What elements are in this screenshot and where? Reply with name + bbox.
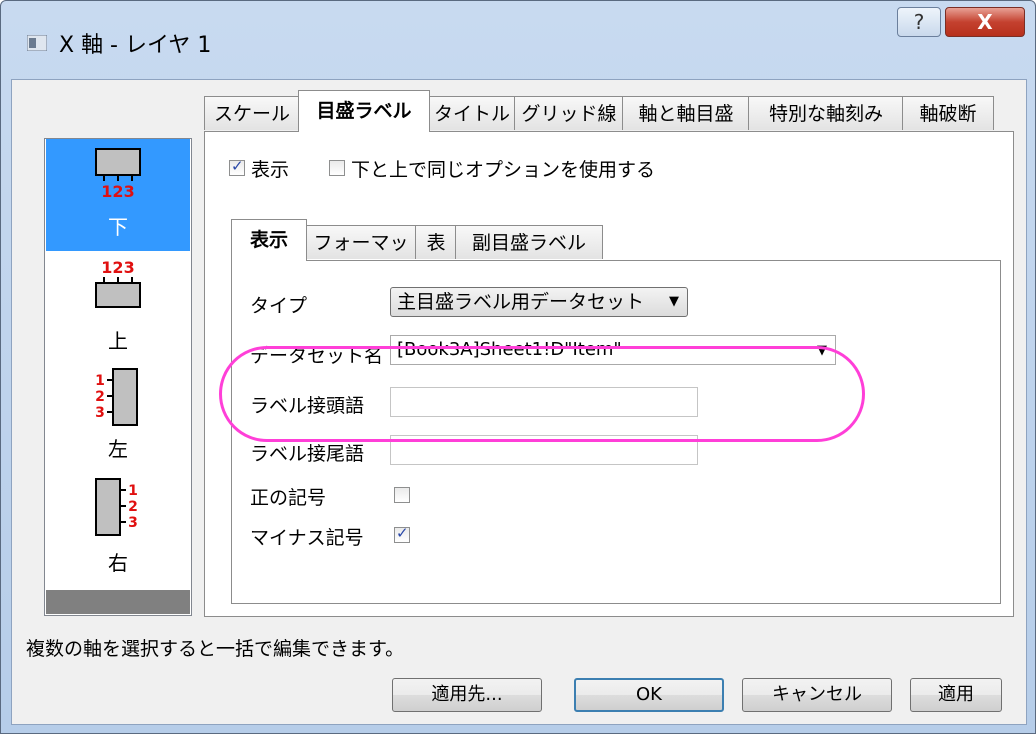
- chevron-down-icon: ▼: [669, 294, 679, 309]
- ok-button[interactable]: OK: [574, 678, 724, 712]
- axis-numbers: 123: [101, 182, 134, 201]
- dialog-body: 123 下 123 上 1 2 3 左 1 2 3 右 スケール 目盛ラベル タ…: [11, 79, 1027, 725]
- tab-title[interactable]: タイトル: [428, 96, 516, 130]
- plus-sign-checkbox[interactable]: [394, 487, 410, 503]
- apply-button[interactable]: 適用: [910, 678, 1002, 712]
- minus-sign-label: マイナス記号: [250, 527, 364, 549]
- chevron-down-icon[interactable]: ▼: [817, 337, 827, 365]
- axis-item-top[interactable]: 123 上: [46, 253, 190, 361]
- tab-axis-ticks[interactable]: 軸と軸目盛: [622, 96, 750, 130]
- suffix-input[interactable]: [390, 435, 698, 465]
- show-checkbox[interactable]: [229, 157, 245, 176]
- tab-format[interactable]: フォーマット: [305, 225, 417, 288]
- tab-tick-labels[interactable]: 目盛ラベル: [298, 90, 430, 132]
- show-label: 表示: [251, 159, 290, 181]
- close-button[interactable]: X: [945, 7, 1025, 37]
- axis-item-label: 下: [108, 215, 128, 239]
- svg-text:2: 2: [128, 499, 138, 515]
- tab-table[interactable]: 表: [415, 225, 457, 259]
- tab-scale[interactable]: スケール: [204, 96, 300, 130]
- bottom-axis-icon: 123: [95, 148, 141, 201]
- suffix-label: ラベル接尾語: [250, 443, 365, 465]
- svg-text:3: 3: [95, 405, 105, 421]
- prefix-input[interactable]: [390, 387, 698, 417]
- axis-item-bottom[interactable]: 123 下: [46, 139, 190, 251]
- tab-minor-labels[interactable]: 副目盛ラベル: [455, 225, 603, 259]
- right-axis-icon: 1 2 3: [95, 478, 138, 536]
- same-options-label: 下と上で同じオプションを使用する: [351, 159, 656, 181]
- svg-text:1: 1: [128, 483, 138, 499]
- tab-display[interactable]: 表示: [231, 219, 307, 261]
- top-axis-icon: 123: [95, 258, 141, 308]
- minus-sign-checkbox[interactable]: [394, 524, 410, 543]
- type-label: タイプ: [250, 295, 308, 317]
- dataset-name-combobox[interactable]: [Book3A]Sheet1!D"Item" ▼: [390, 335, 836, 365]
- svg-text:2: 2: [95, 389, 105, 405]
- axis-item-label: 上: [108, 329, 128, 353]
- tab-special-ticks[interactable]: 特別な軸刻み: [748, 96, 904, 130]
- same-options-checkbox[interactable]: [329, 160, 345, 176]
- svg-text:1: 1: [95, 373, 105, 389]
- dialog-window: X 軸 - レイヤ 1 ? X 123 下 123 上 1 2 3 左 1 2 …: [0, 0, 1036, 734]
- left-axis-icon: 1 2 3: [95, 368, 138, 426]
- title-bar: X 軸 - レイヤ 1 ? X: [1, 1, 1035, 81]
- axis-item-label: 右: [108, 551, 128, 575]
- window-icon: [27, 35, 47, 51]
- prefix-label: ラベル接頭語: [250, 395, 365, 417]
- list-scroll-area: [46, 590, 190, 614]
- cancel-button[interactable]: キャンセル: [742, 678, 892, 712]
- tick-labels-panel: 表示 下と上で同じオプションを使用する 表示 フォーマット 表 副目盛ラベル タ…: [204, 131, 1014, 617]
- axis-item-label: 左: [108, 437, 128, 461]
- display-panel: タイプ 主目盛ラベル用データセット ▼ データセット名 [Book3A]Shee…: [231, 260, 1001, 604]
- status-text: 複数の軸を選択すると一括で編集できます。: [26, 638, 405, 660]
- apply-to-button[interactable]: 適用先...: [392, 678, 542, 712]
- help-button[interactable]: ?: [897, 7, 941, 37]
- dataset-label: データセット名: [250, 345, 384, 367]
- dataset-value: [Book3A]Sheet1!D"Item": [397, 339, 622, 360]
- plus-sign-label: 正の記号: [250, 487, 327, 509]
- axis-item-right[interactable]: 1 2 3 右: [46, 473, 190, 583]
- tab-axis-break[interactable]: 軸破断: [902, 96, 994, 130]
- axis-item-left[interactable]: 1 2 3 左: [46, 363, 190, 471]
- axis-list[interactable]: 123 下 123 上 1 2 3 左 1 2 3 右: [44, 138, 192, 616]
- svg-text:3: 3: [128, 515, 138, 531]
- window-title: X 軸 - レイヤ 1: [59, 33, 212, 58]
- type-dropdown[interactable]: 主目盛ラベル用データセット ▼: [390, 287, 688, 317]
- type-value: 主目盛ラベル用データセット: [397, 291, 645, 313]
- axis-numbers: 123: [101, 258, 134, 277]
- tab-grid-lines[interactable]: グリッド線: [514, 96, 624, 130]
